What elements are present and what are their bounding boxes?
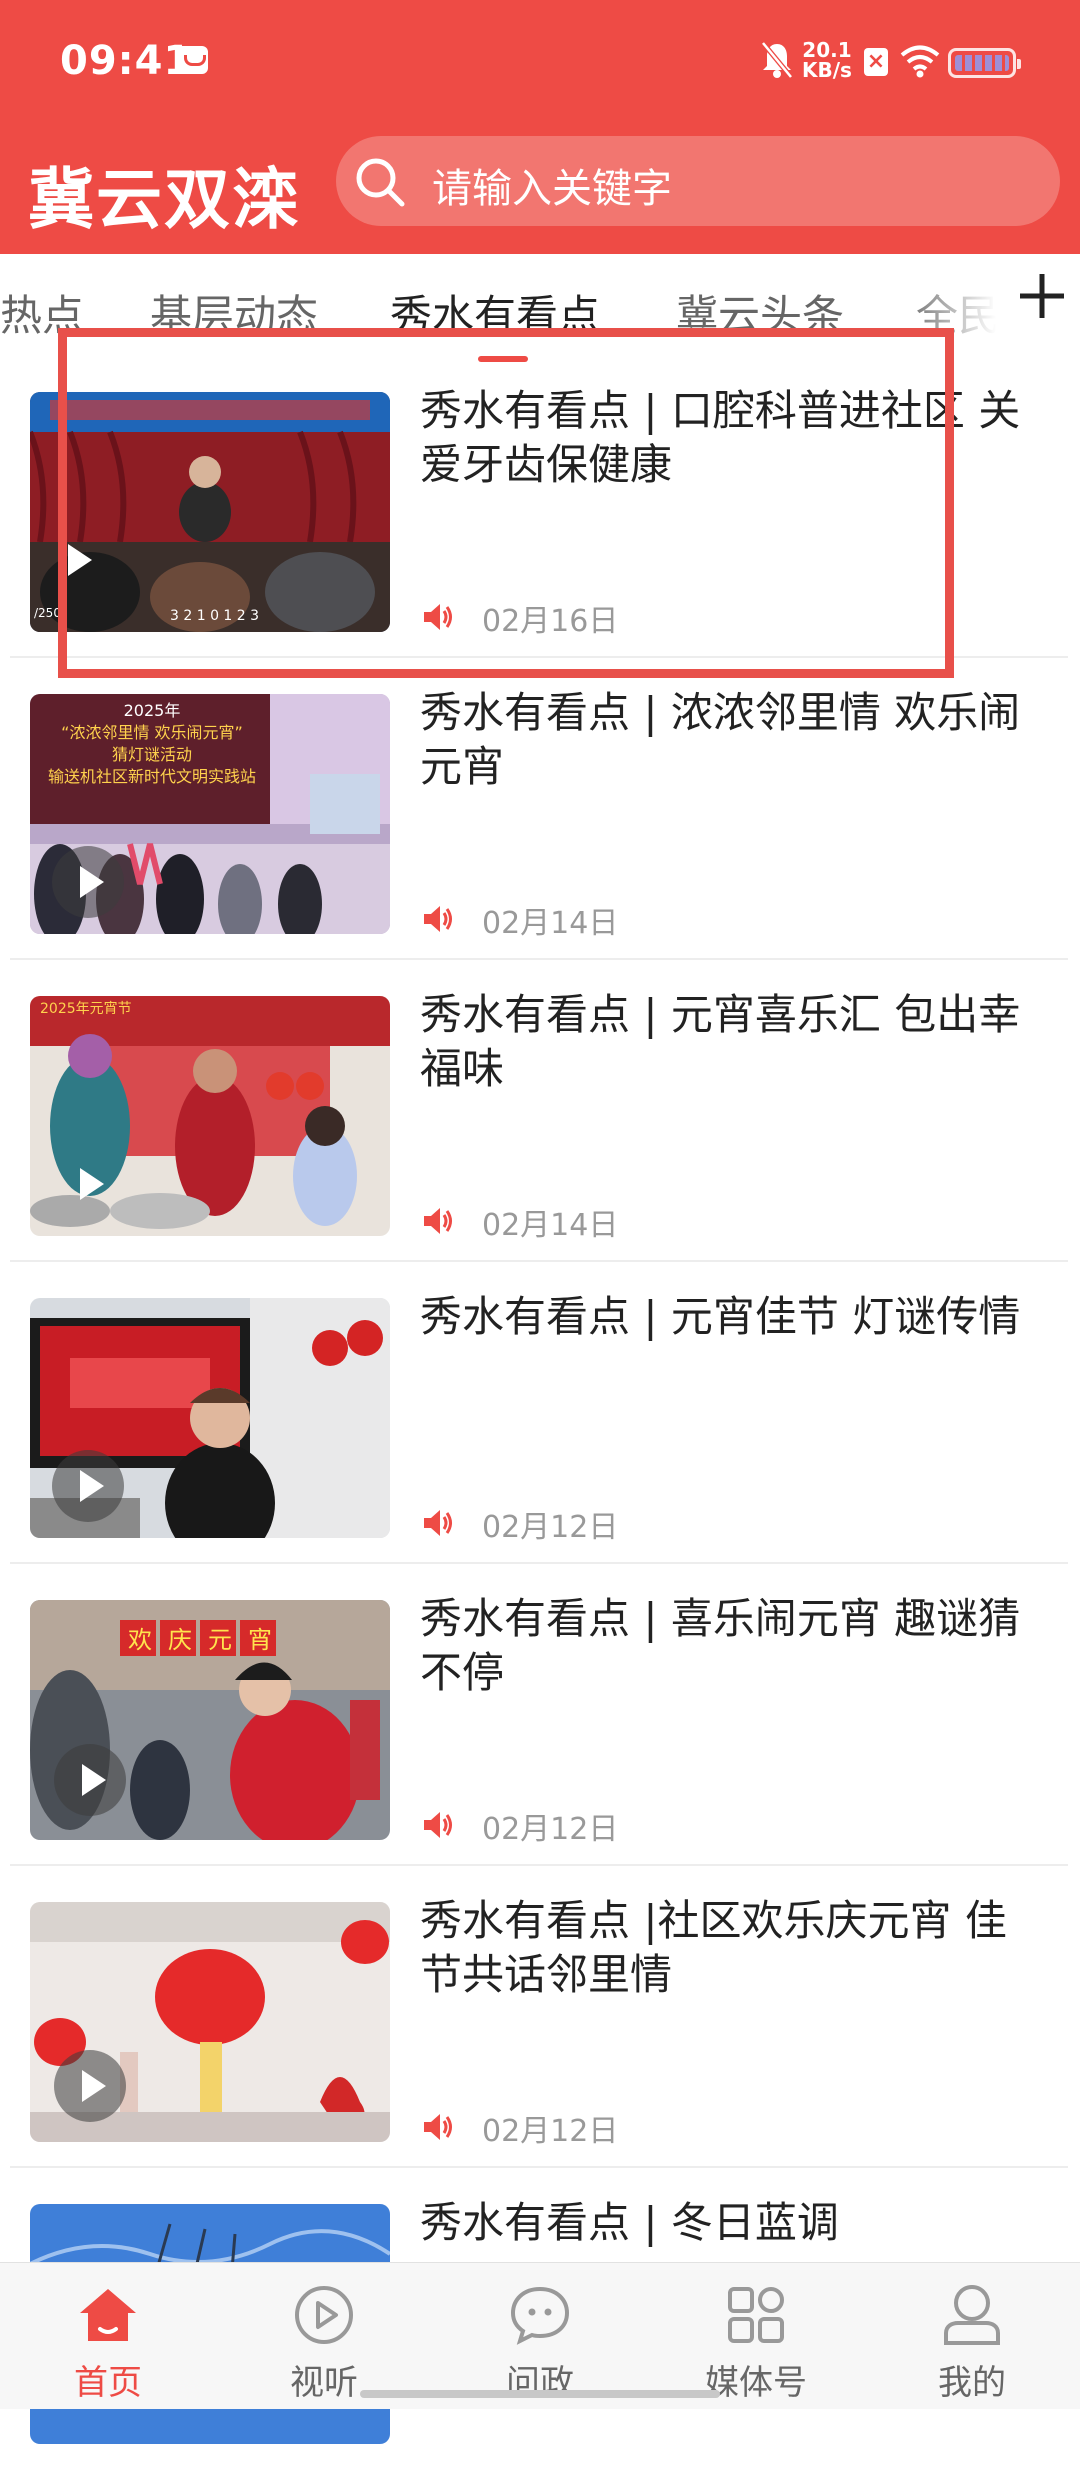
thumb-banner: 欢庆元宵 bbox=[128, 1624, 288, 1656]
news-thumbnail: 2025年 “浓浓邻里情 欢乐闹元宵” 猜灯谜活动 输送机社区新时代文明实践站 bbox=[30, 694, 390, 934]
nav-audiovisual[interactable]: 视听 bbox=[216, 2263, 432, 2409]
mute-icon bbox=[760, 40, 794, 89]
message-icon bbox=[176, 46, 208, 74]
nav-media[interactable]: 媒体号 bbox=[648, 2263, 864, 2409]
news-title: 秀水有看点 |社区欢乐庆元宵 佳节共话邻里情 bbox=[420, 1896, 1007, 1999]
app-header: 09:41 20.1 KB/s × 冀云双滦 请输入关键字 bbox=[0, 0, 1080, 254]
audio-icon bbox=[420, 902, 454, 940]
news-title: 秀水有看点 | 元宵喜乐汇 包出幸福味 bbox=[420, 990, 1021, 1093]
banner-char: 元 bbox=[208, 1626, 248, 1654]
news-date: 02月14日 bbox=[482, 906, 619, 941]
bottom-nav: 首页 视听 问政 媒体号 我的 bbox=[0, 2262, 1080, 2409]
news-thumbnail bbox=[30, 1298, 390, 1538]
thumb-banner: 2025年元宵节 bbox=[40, 1000, 132, 1018]
news-thumbnail: 2025年元宵节 bbox=[30, 996, 390, 1236]
news-title: 秀水有看点 | 喜乐闹元宵 趣谜猜不停 bbox=[420, 1594, 1021, 1697]
news-thumbnail bbox=[30, 1902, 390, 2142]
app-title: 冀云双滦 bbox=[28, 160, 300, 238]
banner-line: 输送机社区新时代文明实践站 bbox=[47, 767, 256, 786]
home-icon bbox=[76, 2283, 140, 2347]
news-thumbnail: 欢庆元宵 bbox=[30, 1600, 390, 1840]
banner-line: “浓浓邻里情 欢乐闹元宵” bbox=[61, 723, 243, 742]
audio-icon bbox=[420, 1204, 454, 1242]
news-date: 02月12日 bbox=[482, 1510, 619, 1545]
status-time: 09:41 bbox=[60, 38, 193, 84]
grid-icon bbox=[724, 2283, 788, 2347]
banner-line: 猜灯谜活动 bbox=[111, 745, 192, 764]
banner-line: 2025年 bbox=[40, 1001, 90, 1017]
sim-off-icon: × bbox=[864, 48, 888, 76]
play-icon bbox=[52, 1450, 124, 1522]
nav-label: 首页 bbox=[74, 2363, 142, 2403]
audio-icon bbox=[420, 1808, 454, 1846]
banner-line: 元宵节 bbox=[89, 1001, 132, 1017]
news-item[interactable]: 秀水有看点 |社区欢乐庆元宵 佳节共话邻里情 02月12日 bbox=[10, 1864, 1068, 2168]
home-indicator[interactable] bbox=[360, 2390, 720, 2398]
news-item[interactable]: 欢庆元宵 秀水有看点 | 喜乐闹元宵 趣谜猜不停 02月12日 bbox=[10, 1562, 1068, 1866]
battery-icon bbox=[948, 48, 1021, 78]
highlight-box bbox=[58, 328, 954, 678]
play-icon bbox=[52, 846, 124, 918]
network-speed: 20.1 KB/s bbox=[802, 40, 852, 80]
banner-char: 宵 bbox=[248, 1626, 288, 1654]
play-icon bbox=[54, 2050, 126, 2122]
plus-icon[interactable] bbox=[1012, 266, 1072, 326]
profile-icon bbox=[940, 2283, 1004, 2347]
news-item[interactable]: 2025年元宵节 秀水有看点 | 元宵喜乐汇 包出幸福味 02月14日 bbox=[10, 958, 1068, 1262]
nav-label: 我的 bbox=[938, 2363, 1006, 2403]
thumb-counter: /250 bbox=[34, 606, 61, 620]
news-title: 秀水有看点 | 浓浓邻里情 欢乐闹元宵 bbox=[420, 688, 1021, 791]
banner-line: 2025年 bbox=[123, 701, 181, 720]
chat-icon bbox=[508, 2283, 572, 2347]
news-date: 02月14日 bbox=[482, 1208, 619, 1243]
play-icon bbox=[54, 1744, 126, 1816]
play-circle-icon bbox=[292, 2283, 356, 2347]
banner-char: 欢 bbox=[128, 1626, 168, 1654]
thumb-banner: 2025年 “浓浓邻里情 欢乐闹元宵” 猜灯谜活动 输送机社区新时代文明实践站 bbox=[36, 700, 268, 788]
status-bar: 09:41 20.1 KB/s × bbox=[0, 0, 1080, 124]
news-item[interactable]: 2025年 “浓浓邻里情 欢乐闹元宵” 猜灯谜活动 输送机社区新时代文明实践站 … bbox=[10, 656, 1068, 960]
audio-icon bbox=[420, 2110, 454, 2148]
wifi-icon bbox=[900, 44, 940, 82]
search-placeholder: 请输入关键字 bbox=[432, 166, 672, 212]
nav-home[interactable]: 首页 bbox=[0, 2263, 216, 2409]
net-speed-value: 20.1 bbox=[802, 38, 852, 62]
news-title: 秀水有看点 | 元宵佳节 灯谜传情 bbox=[420, 1292, 1021, 1341]
nav-profile[interactable]: 我的 bbox=[864, 2263, 1080, 2409]
news-date: 02月12日 bbox=[482, 2114, 619, 2149]
banner-char: 庆 bbox=[168, 1626, 208, 1654]
news-date: 02月12日 bbox=[482, 1812, 619, 1847]
nav-inquiry[interactable]: 问政 bbox=[432, 2263, 648, 2409]
search-icon bbox=[352, 154, 408, 214]
net-speed-unit: KB/s bbox=[802, 58, 852, 82]
news-title: 秀水有看点 | 冬日蓝调 bbox=[420, 2198, 839, 2247]
play-icon bbox=[52, 1148, 124, 1220]
audio-icon bbox=[420, 1506, 454, 1544]
news-item[interactable]: 秀水有看点 | 元宵佳节 灯谜传情 02月12日 bbox=[10, 1260, 1068, 1564]
